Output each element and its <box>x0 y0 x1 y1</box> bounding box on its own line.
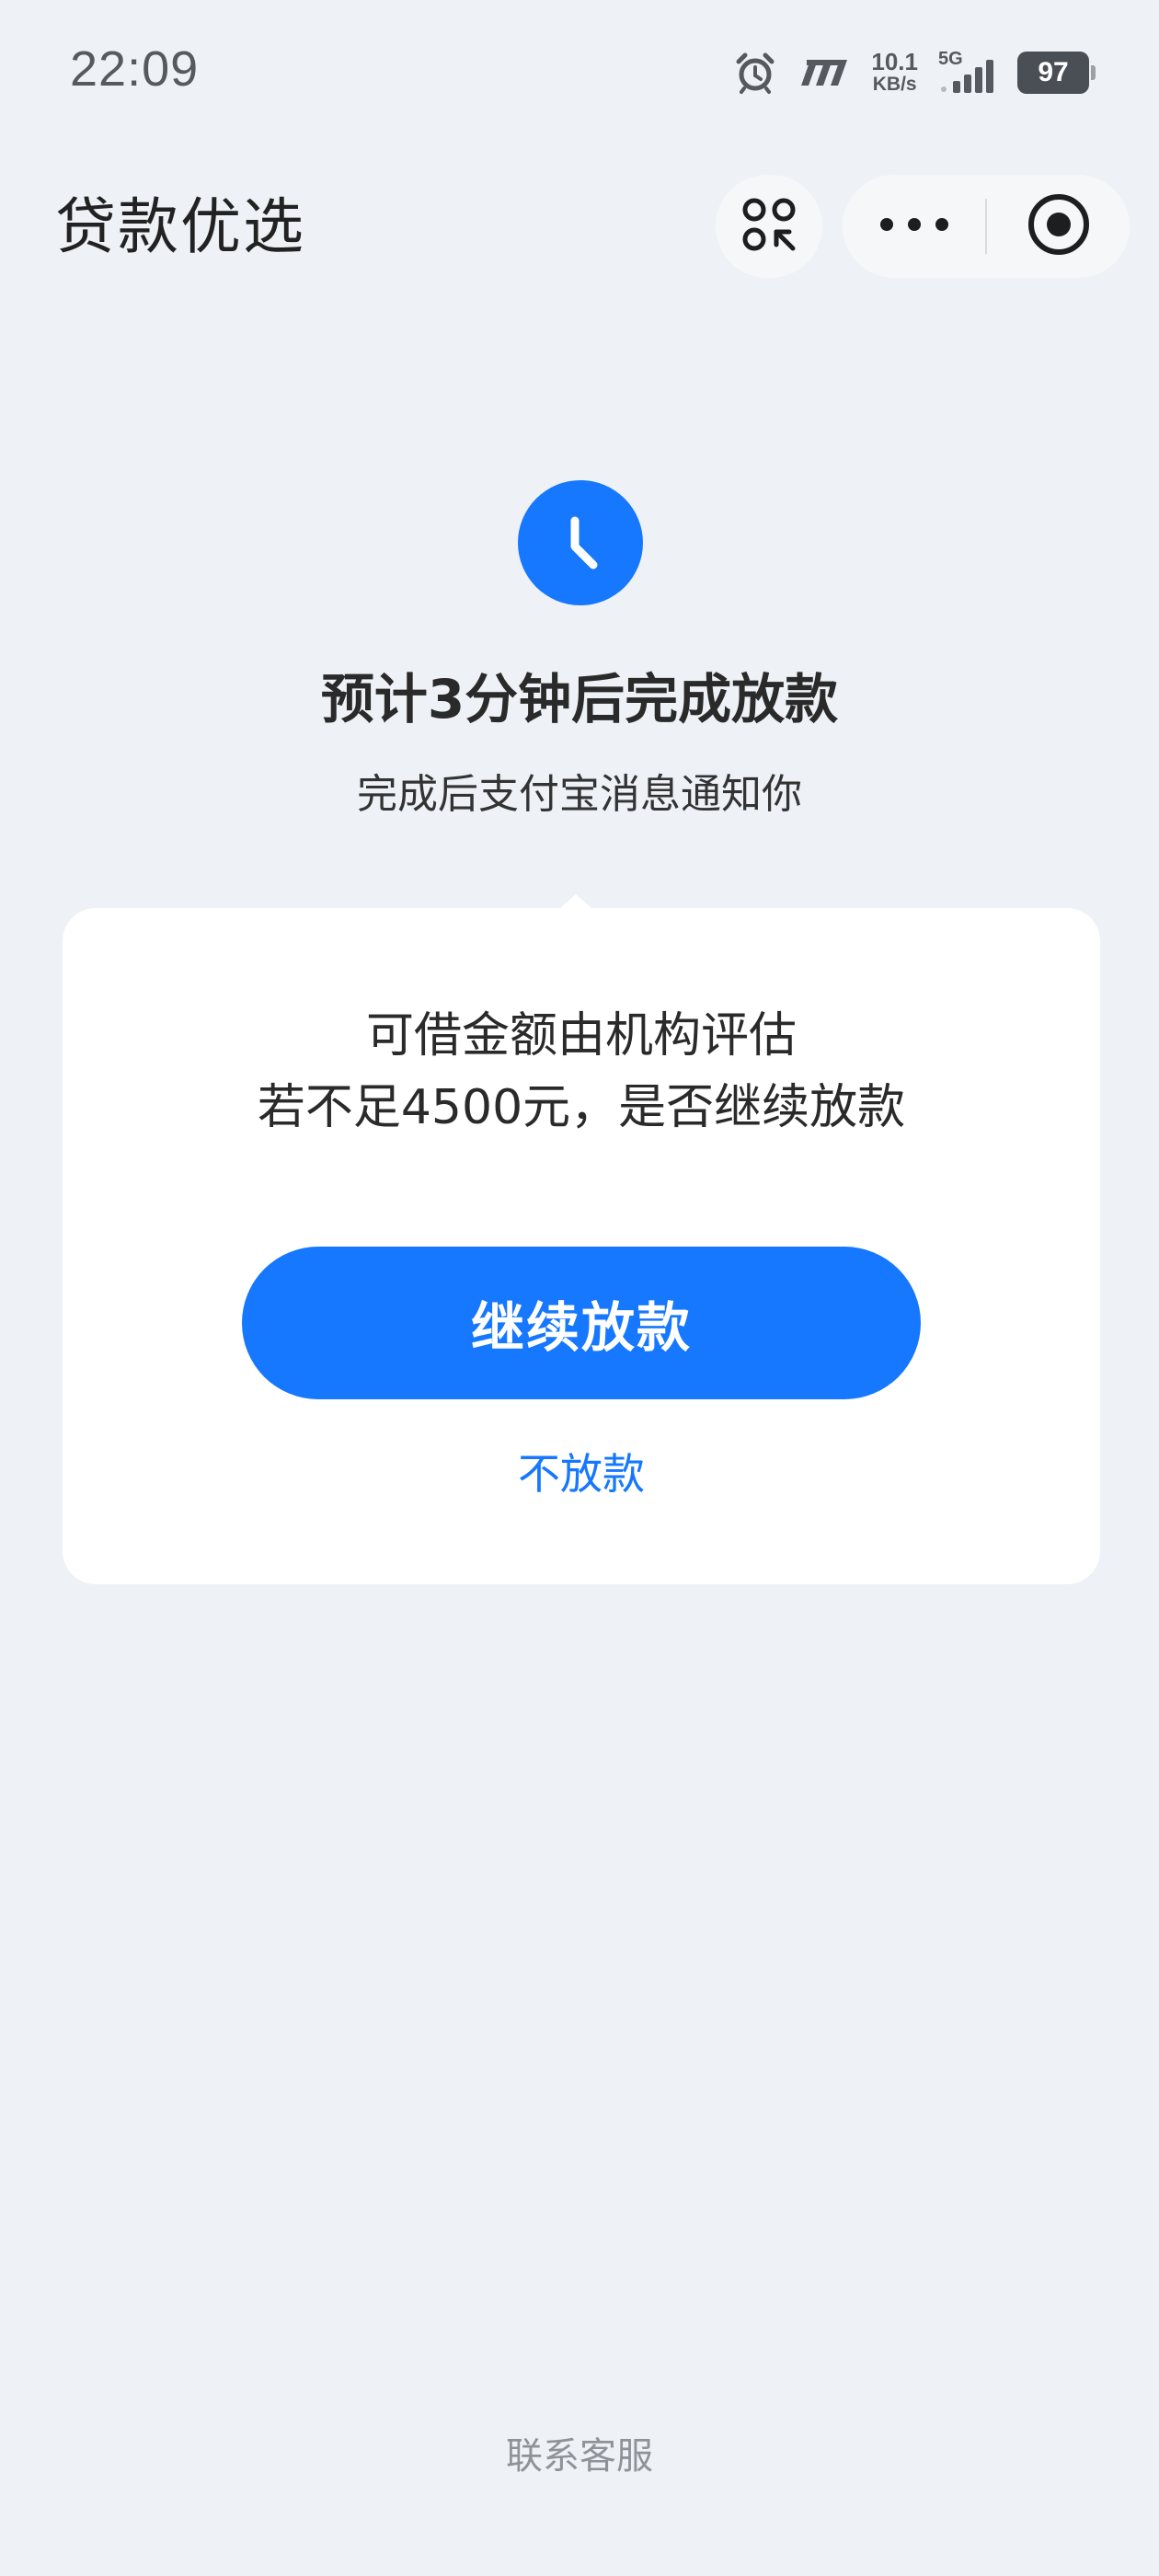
alarm-icon <box>733 51 777 95</box>
decline-loan-link[interactable]: 不放款 <box>63 1442 1100 1506</box>
status-title: 预计3分钟后完成放款 <box>320 668 839 730</box>
status-icons: 10.1 KB/s 5G 97 <box>733 40 1096 105</box>
close-icon <box>1026 191 1092 261</box>
network-speed: 10.1 KB/s <box>871 50 918 96</box>
close-button[interactable] <box>987 175 1130 278</box>
network-speed-value: 10.1 <box>871 48 918 75</box>
capsule-menu <box>843 175 1130 278</box>
status-bar: 22:09 10.1 KB/s 5G 97 <box>0 0 1159 138</box>
signal-icon: 5G <box>938 49 1003 95</box>
page-title: 贷款优选 <box>55 191 305 262</box>
nav-bar: 贷款优选 <box>0 166 1159 285</box>
battery-level: 97 <box>1038 57 1069 87</box>
status-subtitle: 完成后支付宝消息通知你 <box>357 771 802 818</box>
card-pointer <box>559 894 592 909</box>
nfc-icon <box>798 54 849 91</box>
network-speed-unit: KB/s <box>872 74 917 95</box>
status-time: 22:09 <box>70 41 200 97</box>
battery-icon: 97 <box>1017 52 1096 94</box>
clock-icon <box>518 480 643 605</box>
more-icon <box>878 215 951 237</box>
continue-loan-button[interactable]: 继续放款 <box>242 1247 921 1399</box>
card-message: 可借金额由机构评估 若不足4500元，是否继续放款 <box>63 1000 1100 1144</box>
card-message-line2: 若不足4500元，是否继续放款 <box>257 1080 906 1135</box>
network-type: 5G <box>938 49 963 69</box>
contact-support-link[interactable]: 联系客服 <box>0 2429 1159 2484</box>
mini-program-icon <box>740 195 798 258</box>
more-button[interactable] <box>843 175 985 278</box>
card-message-line1: 可借金额由机构评估 <box>365 1008 797 1064</box>
mini-program-button[interactable] <box>716 175 822 278</box>
confirm-card: 可借金额由机构评估 若不足4500元，是否继续放款 继续放款 不放款 <box>63 908 1100 1584</box>
